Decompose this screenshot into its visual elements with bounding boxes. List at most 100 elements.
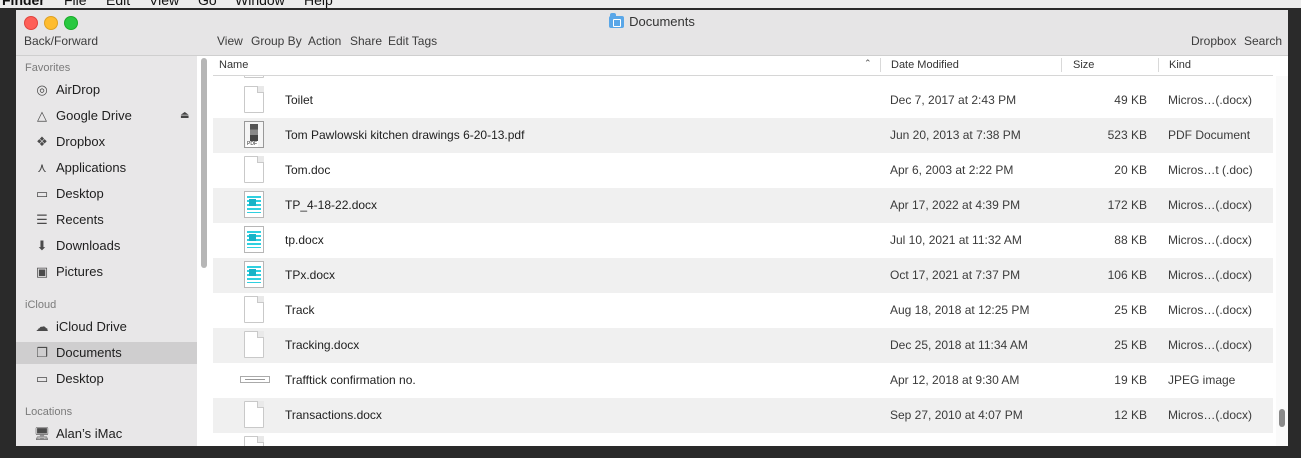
group-by-button[interactable]: Group By	[251, 34, 302, 48]
sidebar-item-airdrop[interactable]: ◎ AirDrop	[16, 79, 197, 101]
file-date: Dec 25, 2018 at 11:34 AM	[890, 338, 1028, 352]
sidebar-item-label: Dropbox	[56, 134, 106, 149]
file-kind: Micros…t (.doc)	[1168, 163, 1253, 177]
sidebar-item-applications[interactable]: ⋏ Applications	[16, 157, 197, 179]
menu-help[interactable]: Help	[304, 0, 333, 8]
file-size: 25 KB	[1114, 303, 1147, 317]
file-date: Sep 27, 2010 at 4:07 PM	[890, 408, 1023, 422]
file-kind: Micros…(.docx)	[1168, 198, 1253, 212]
document-icon	[244, 436, 266, 446]
menu-edit[interactable]: Edit	[106, 0, 130, 8]
file-date: Jul 10, 2021 at 11:32 AM	[890, 233, 1022, 247]
file-kind: JPEG image	[1168, 373, 1236, 387]
dropbox-icon: ❖	[36, 134, 48, 149]
menu-window[interactable]: Window	[235, 0, 285, 8]
desktop-icon: ▭	[35, 186, 49, 201]
file-list: Name ⌃ Date Modified Size Kind Toilet De…	[213, 56, 1288, 446]
sidebar-item-label: iCloud Drive	[56, 319, 127, 334]
menu-bar: Finder File Edit View Go Window Help	[0, 0, 1301, 8]
table-row[interactable]: Track Aug 18, 2018 at 12:25 PM 25 KB Mic…	[213, 293, 1273, 328]
column-header-row: Name ⌃ Date Modified Size Kind	[213, 56, 1273, 76]
file-name: TPx.docx	[285, 268, 336, 282]
column-header-date[interactable]: Date Modified	[891, 59, 959, 71]
file-kind: Micros…(.docx)	[1168, 408, 1253, 422]
column-divider[interactable]	[880, 58, 881, 72]
file-date: Aug 18, 2018 at 12:25 PM	[890, 303, 1030, 317]
back-forward-button[interactable]: Back/Forward	[24, 34, 98, 48]
airdrop-icon: ◎	[36, 82, 48, 97]
cloud-icon: ☁	[35, 319, 49, 334]
finder-window: Documents Back/Forward View Group By Act…	[16, 10, 1288, 446]
pdf-icon	[244, 121, 266, 149]
sidebar-item-icloud-drive[interactable]: ☁ iCloud Drive	[16, 316, 197, 338]
file-size: 523 KB	[1107, 128, 1147, 142]
table-row[interactable]: tp.docx Jul 10, 2021 at 11:32 AM 88 KB M…	[213, 223, 1273, 258]
file-date: Jun 20, 2013 at 7:38 PM	[890, 128, 1021, 142]
eject-icon[interactable]: ⏏	[180, 105, 189, 127]
table-row-partial[interactable]	[213, 433, 1273, 446]
file-date: Apr 12, 2018 at 9:30 AM	[890, 373, 1020, 387]
file-list-scrollbar-track[interactable]	[1276, 76, 1288, 446]
column-header-size[interactable]: Size	[1073, 59, 1094, 71]
sidebar-item-label: Applications	[56, 160, 127, 175]
file-size: 172 KB	[1107, 198, 1147, 212]
table-row[interactable]: TP_4-18-22.docx Apr 17, 2022 at 4:39 PM …	[213, 188, 1273, 223]
pictures-icon: ▣	[35, 264, 49, 279]
table-row-partial[interactable]	[213, 76, 1273, 83]
sidebar-item-label: Downloads	[56, 238, 121, 253]
file-name: tp.docx	[285, 233, 324, 247]
file-kind: Micros…(.docx)	[1168, 268, 1253, 282]
table-row[interactable]: Tom Pawlowski kitchen drawings 6-20-13.p…	[213, 118, 1273, 153]
sidebar: Favorites ◎ AirDrop △ Google Drive ⏏ ❖ D…	[16, 56, 197, 446]
file-name: TP_4-18-22.docx	[285, 198, 378, 212]
sidebar-item-documents[interactable]: ❐ Documents	[16, 342, 197, 364]
edit-tags-button[interactable]: Edit Tags	[388, 34, 437, 48]
sidebar-item-imac[interactable]: 🖥 Alan’s iMac	[16, 423, 197, 445]
sidebar-item-desktop[interactable]: ▭ Desktop	[16, 183, 197, 205]
file-name: Track	[285, 303, 315, 317]
column-divider[interactable]	[1158, 58, 1159, 72]
search-button[interactable]: Search	[1244, 34, 1282, 48]
file-list-scrollbar-thumb[interactable]	[1279, 409, 1285, 427]
sidebar-item-icloud-desktop[interactable]: ▭ Desktop	[16, 368, 197, 390]
file-name: Tom Pawlowski kitchen drawings 6-20-13.p…	[285, 128, 525, 142]
sidebar-item-pictures[interactable]: ▣ Pictures	[16, 261, 197, 283]
table-row[interactable]: Transactions.docx Sep 27, 2010 at 4:07 P…	[213, 398, 1273, 433]
word-document-icon	[244, 191, 266, 219]
word-document-icon	[244, 226, 266, 254]
menu-go[interactable]: Go	[198, 0, 217, 8]
file-size: 88 KB	[1114, 233, 1147, 247]
file-rows: Toilet Dec 7, 2017 at 2:43 PM 49 KB Micr…	[213, 76, 1273, 446]
table-row[interactable]: Trafftick confirmation no. Apr 12, 2018 …	[213, 363, 1273, 398]
dropbox-toolbar-button[interactable]: Dropbox	[1191, 34, 1236, 48]
view-button[interactable]: View	[217, 34, 243, 48]
file-kind: Micros…(.docx)	[1168, 233, 1253, 247]
table-row[interactable]: Toilet Dec 7, 2017 at 2:43 PM 49 KB Micr…	[213, 83, 1273, 118]
sidebar-item-google-drive[interactable]: △ Google Drive ⏏	[16, 105, 197, 127]
sidebar-item-recents[interactable]: ☰ Recents	[16, 209, 197, 231]
sidebar-item-label: Alan’s iMac	[56, 426, 123, 441]
document-icon	[244, 331, 266, 359]
file-name: Tom.doc	[285, 163, 331, 177]
column-header-kind[interactable]: Kind	[1169, 59, 1191, 71]
column-header-name[interactable]: Name	[219, 59, 248, 71]
file-size: 19 KB	[1114, 373, 1147, 387]
share-button[interactable]: Share	[350, 34, 382, 48]
action-button[interactable]: Action	[308, 34, 341, 48]
sidebar-item-downloads[interactable]: ⬇ Downloads	[16, 235, 197, 257]
desktop-icon: ▭	[35, 371, 49, 386]
table-row[interactable]: TPx.docx Oct 17, 2021 at 7:37 PM 106 KB …	[213, 258, 1273, 293]
menu-finder[interactable]: Finder	[2, 0, 45, 8]
sidebar-item-dropbox[interactable]: ❖ Dropbox	[16, 131, 197, 153]
sidebar-item-label: Pictures	[56, 264, 103, 279]
word-document-icon	[244, 261, 266, 289]
sort-ascending-icon: ⌃	[864, 58, 872, 68]
menu-file[interactable]: File	[64, 0, 87, 8]
table-row[interactable]: Tom.doc Apr 6, 2003 at 2:22 PM 20 KB Mic…	[213, 153, 1273, 188]
file-size: 25 KB	[1114, 338, 1147, 352]
column-divider[interactable]	[1061, 58, 1062, 72]
table-row[interactable]: Tracking.docx Dec 25, 2018 at 11:34 AM 2…	[213, 328, 1273, 363]
menu-view[interactable]: View	[149, 0, 179, 8]
sidebar-scrollbar[interactable]	[201, 58, 207, 268]
file-size: 12 KB	[1114, 408, 1147, 422]
